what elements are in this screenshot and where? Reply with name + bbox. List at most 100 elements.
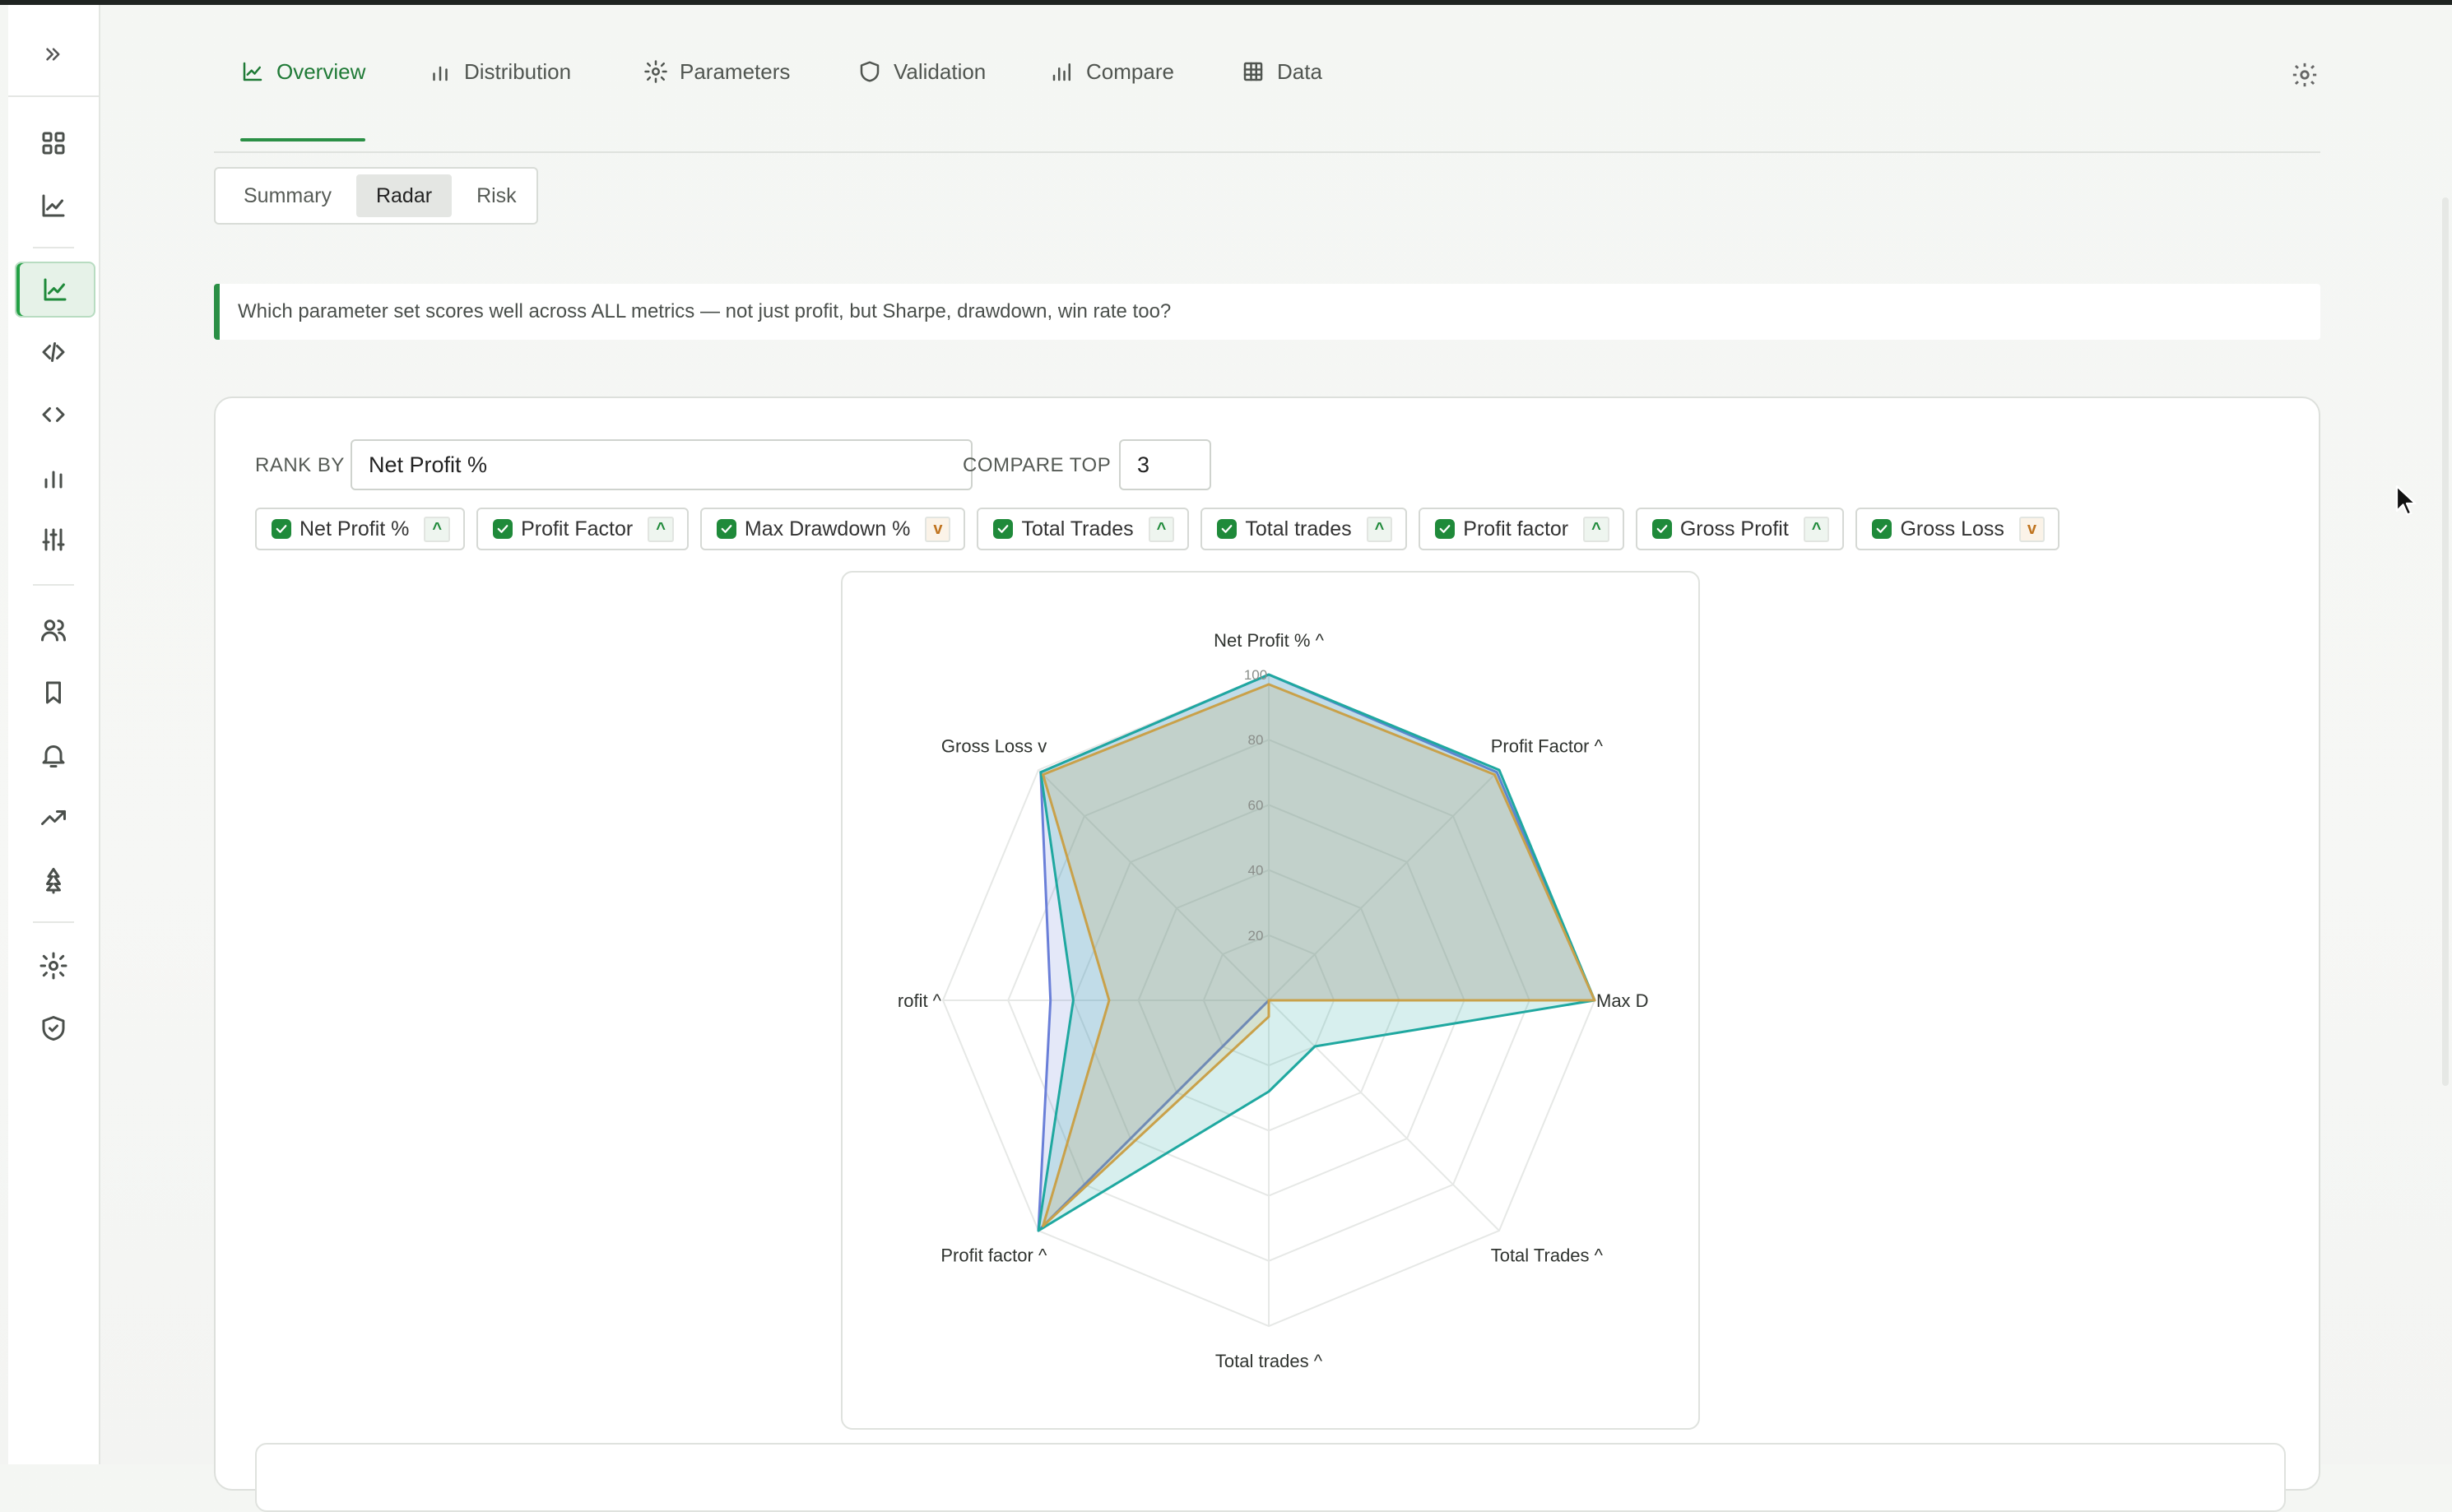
rank-by-select[interactable]: Net Profit %	[351, 439, 973, 490]
bar-chart-icon	[1052, 63, 1070, 81]
metric-chip[interactable]: Total trades ^	[1200, 508, 1408, 550]
view-segmented-control: Summary Radar Risk	[214, 167, 538, 225]
sidebar-item-scripts[interactable]	[15, 388, 92, 441]
checkbox-checked-icon[interactable]	[1651, 519, 1672, 539]
results-panel	[255, 1443, 2286, 1512]
chevrons-right-icon	[46, 48, 60, 61]
tab-label: Data	[1277, 58, 1322, 84]
axis-label: Profit factor ^	[940, 1245, 1047, 1266]
sidebar-item-charts[interactable]	[15, 179, 92, 232]
checkbox-checked-icon[interactable]	[1872, 519, 1892, 539]
tab-overview[interactable]: Overview	[240, 33, 366, 141]
direction-badge[interactable]: ^	[1583, 516, 1609, 542]
subtab-risk[interactable]: Risk	[457, 174, 536, 217]
axis-label: Profit Factor ^	[1491, 735, 1604, 756]
sliders-icon	[42, 528, 65, 551]
metric-label: Profit factor	[1463, 517, 1569, 540]
window-top-edge	[0, 0, 2452, 5]
axis-label: rofit ^	[898, 990, 942, 1011]
compare-top-label: COMPARE TOP	[963, 454, 1112, 476]
sidebar-expand-button[interactable]	[8, 25, 99, 84]
metric-label: Total trades	[1245, 517, 1352, 540]
bookmark-icon	[46, 681, 61, 704]
metric-chip[interactable]: Profit Factor ^	[476, 508, 689, 550]
metric-label: Gross Profit	[1679, 517, 1789, 540]
checkbox-checked-icon[interactable]	[1217, 519, 1238, 539]
shield-icon	[860, 61, 880, 82]
bell-icon	[42, 745, 65, 768]
line-chart-icon	[44, 278, 67, 301]
sidebar-divider	[33, 584, 74, 586]
bar-chart-icon	[44, 471, 63, 489]
trending-up-icon	[41, 810, 66, 825]
subtab-radar[interactable]: Radar	[355, 174, 453, 217]
checkbox-checked-icon[interactable]	[716, 519, 736, 539]
shield-check-icon	[42, 1016, 65, 1041]
axis-label: Max D	[1596, 990, 1649, 1011]
sidebar-item-code[interactable]	[15, 326, 92, 378]
direction-badge[interactable]: v	[925, 516, 951, 542]
checkbox-checked-icon[interactable]	[1435, 519, 1456, 539]
sidebar-item-backtests[interactable]	[15, 262, 95, 318]
sidebar-item-security[interactable]	[15, 1002, 92, 1055]
grid-icon	[42, 132, 65, 155]
tab-label: Parameters	[680, 58, 791, 84]
metric-chip[interactable]: Total Trades ^	[977, 508, 1190, 550]
direction-badge[interactable]: ^	[1803, 516, 1830, 542]
tree-icon	[46, 868, 61, 894]
metric-chip[interactable]: Net Profit % ^	[255, 508, 466, 550]
code-icon	[42, 342, 65, 362]
tab-distribution[interactable]: Distribution	[428, 33, 571, 110]
direction-badge[interactable]: ^	[1366, 516, 1393, 542]
radar-chart: 20 40 60 80 100 Net Profit % ^ Profit Factor ^…	[841, 571, 1700, 1430]
metric-chip[interactable]: Gross Loss v	[1855, 508, 2060, 550]
metric-chip[interactable]: Gross Profit ^	[1635, 508, 1845, 550]
sidebar-item-users[interactable]	[15, 604, 92, 656]
subtab-summary[interactable]: Summary	[224, 174, 351, 217]
checkbox-checked-icon[interactable]	[272, 519, 291, 539]
tab-validation[interactable]: Validation	[857, 33, 986, 110]
sidebar-item-tuning[interactable]	[15, 513, 92, 566]
metric-chips: Net Profit % ^ Profit Factor ^ Max Drawd…	[255, 508, 2060, 550]
direction-badge[interactable]: v	[2018, 516, 2046, 542]
tab-label: Compare	[1086, 58, 1174, 84]
rank-by-label: RANK BY	[255, 454, 345, 476]
metric-chip[interactable]: Max Drawdown % v	[699, 508, 966, 550]
tab-label: Overview	[276, 58, 366, 84]
tab-label: Distribution	[464, 58, 572, 84]
metric-label: Total Trades	[1021, 517, 1134, 540]
tick-label: 100	[1244, 667, 1267, 683]
direction-badge[interactable]: ^	[1148, 516, 1175, 542]
compare-top-input[interactable]: 3	[1119, 439, 1211, 490]
tab-parameters[interactable]: Parameters	[643, 33, 790, 110]
direction-badge[interactable]: ^	[424, 516, 451, 542]
page-scrollbar[interactable]	[2439, 197, 2452, 1086]
sidebar	[8, 5, 100, 1464]
sidebar-item-bookmarks[interactable]	[15, 666, 92, 719]
axis-label: Total Trades ^	[1491, 1245, 1604, 1266]
sidebar-item-dashboard[interactable]	[15, 117, 92, 169]
sidebar-item-stats[interactable]	[15, 451, 92, 503]
metric-label: Gross Loss	[1900, 517, 2004, 540]
scrollbar-thumb[interactable]	[2442, 197, 2449, 1086]
direction-badge[interactable]: ^	[648, 516, 674, 542]
main-tabs: Overview Distribution Parameters Validat…	[214, 33, 2320, 153]
line-chart-icon	[42, 194, 65, 217]
checkbox-checked-icon[interactable]	[493, 519, 513, 539]
checkbox-checked-icon[interactable]	[993, 519, 1014, 539]
mouse-cursor-icon	[2395, 485, 2417, 516]
tick-label: 60	[1248, 797, 1264, 813]
line-chart-icon	[243, 62, 262, 81]
sidebar-divider	[8, 95, 99, 97]
tick-label: 20	[1248, 928, 1264, 944]
code-icon	[42, 407, 65, 422]
tick-label: 80	[1248, 732, 1264, 748]
metric-chip[interactable]: Profit factor ^	[1419, 508, 1624, 550]
sidebar-item-trends[interactable]	[15, 791, 92, 844]
sidebar-item-settings[interactable]	[15, 939, 92, 992]
settings-button[interactable]	[2291, 61, 2320, 90]
tab-compare[interactable]: Compare	[1050, 33, 1174, 110]
sidebar-item-tree[interactable]	[15, 854, 92, 907]
tab-data[interactable]: Data	[1241, 33, 1322, 110]
sidebar-item-alerts[interactable]	[15, 729, 92, 782]
